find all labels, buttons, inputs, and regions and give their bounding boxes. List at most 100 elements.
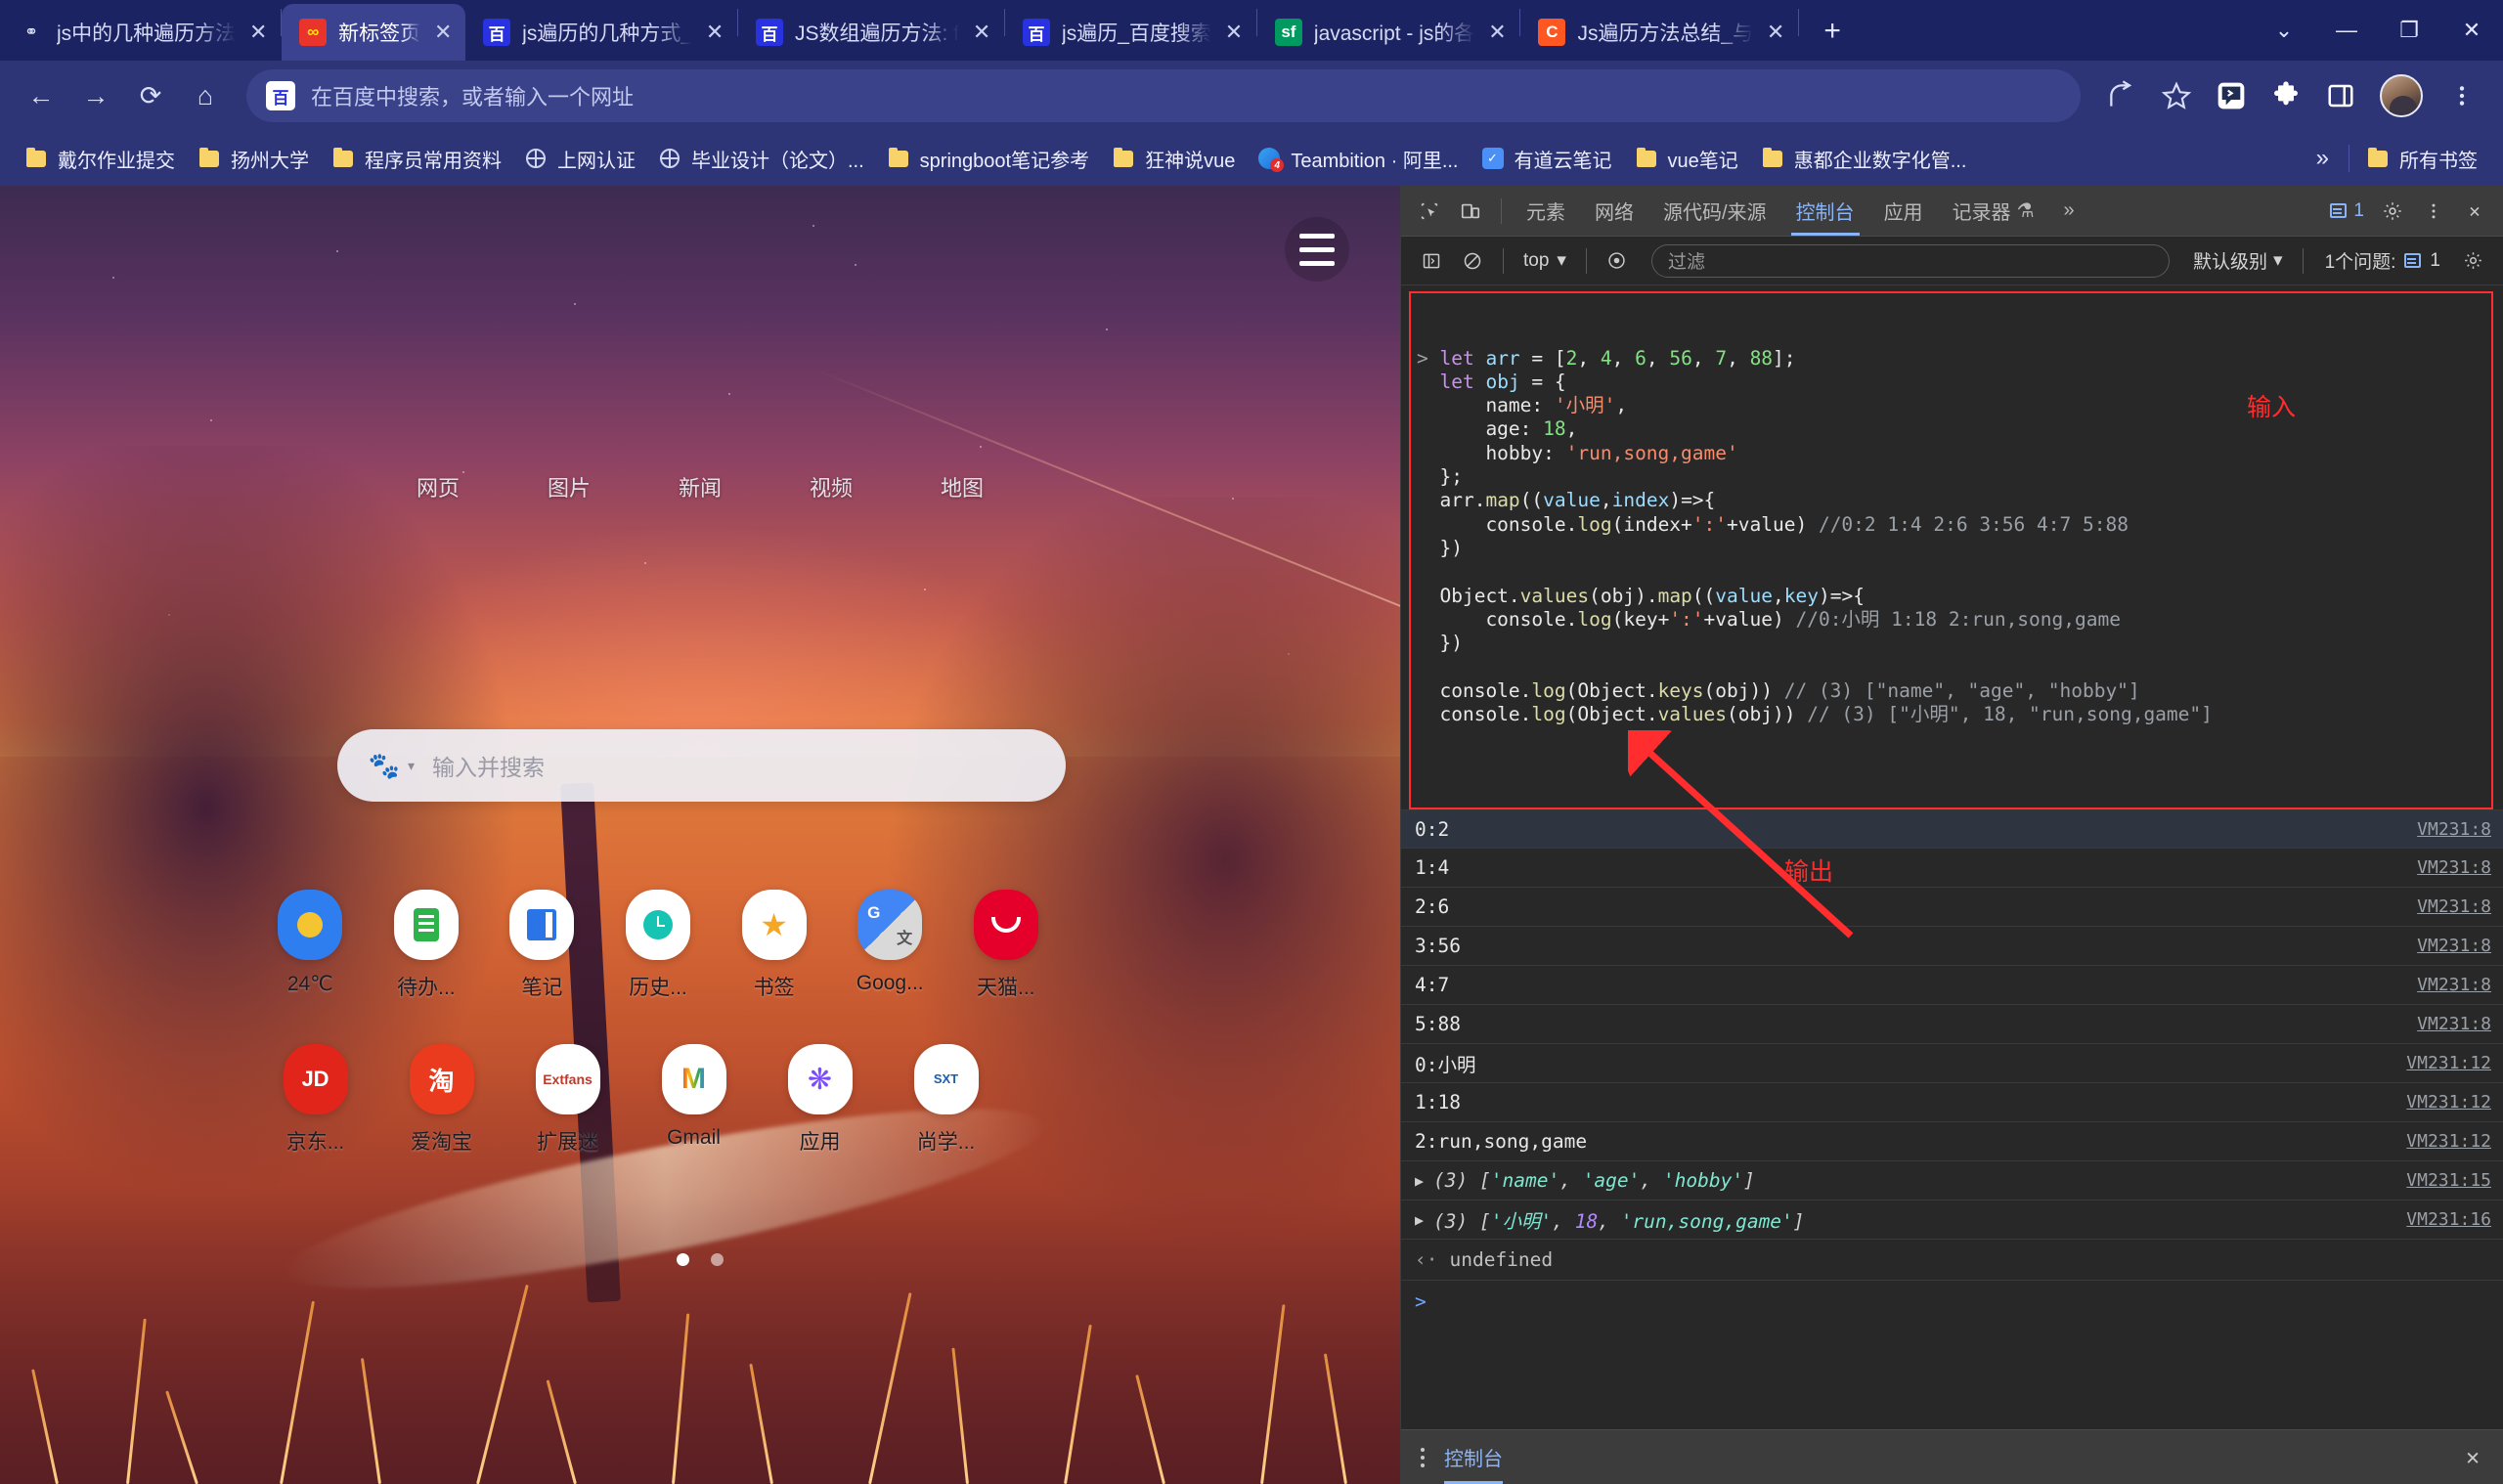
hamburger-menu-icon[interactable] bbox=[1285, 217, 1349, 282]
console-log-source-link[interactable]: VM231:8 bbox=[2417, 819, 2491, 840]
sidebar-toggle-icon[interactable] bbox=[1411, 240, 1452, 282]
console-log-source-link[interactable]: VM231:12 bbox=[2406, 1131, 2491, 1152]
nav-category-web[interactable]: 网页 bbox=[409, 467, 467, 506]
tab-sources[interactable]: 源代码/来源 bbox=[1648, 187, 1781, 236]
bookmark-item[interactable]: vue笔记 bbox=[1624, 139, 1750, 179]
console-log-row[interactable]: 4:7 VM231:8 bbox=[1401, 966, 2503, 1006]
forward-button[interactable]: → bbox=[68, 68, 123, 123]
console-log-row[interactable]: ▶ (3) ['name', 'age', 'hobby'] VM231:15 bbox=[1401, 1161, 2503, 1201]
browser-tab[interactable]: sf javascript - js的各 ✕ bbox=[1257, 4, 1520, 61]
page-dot-active[interactable] bbox=[677, 1253, 689, 1266]
log-level-select[interactable]: 默认级别 ▾ bbox=[2183, 247, 2293, 274]
bookmark-item[interactable]: 程序员常用资料 bbox=[321, 139, 513, 179]
avatar[interactable] bbox=[2380, 74, 2423, 117]
console-filter-input[interactable]: 过滤 bbox=[1650, 243, 2170, 278]
console-log-source-link[interactable]: VM231:8 bbox=[2417, 936, 2491, 956]
expand-triangle-icon[interactable]: ▶ bbox=[1415, 1172, 1424, 1190]
issues-badge[interactable]: 1 bbox=[2322, 200, 2372, 222]
shortcut-item[interactable]: SXT 尚学... bbox=[883, 1044, 1009, 1156]
tab-close-icon[interactable]: ✕ bbox=[965, 16, 998, 49]
bookmarks-overflow-button[interactable]: » bbox=[2303, 139, 2343, 178]
minimize-button[interactable]: — bbox=[2315, 5, 2378, 56]
shortcut-item[interactable]: ★ 书签 bbox=[716, 890, 832, 1001]
chevron-down-icon[interactable]: ▾ bbox=[408, 758, 415, 774]
new-tab-button[interactable]: + bbox=[1809, 8, 1856, 55]
shortcut-item[interactable]: JD 京东... bbox=[252, 1044, 378, 1156]
device-toolbar-icon[interactable] bbox=[1450, 191, 1491, 232]
browser-tab[interactable]: 百 js遍历的几种方式_ ✕ bbox=[465, 4, 737, 61]
console-log-row[interactable]: 1:4 VM231:8 bbox=[1401, 849, 2503, 889]
tab-console[interactable]: 控制台 bbox=[1781, 187, 1869, 236]
expand-triangle-icon[interactable]: ▶ bbox=[1415, 1211, 1424, 1229]
shortcut-item[interactable]: 待办... bbox=[369, 890, 485, 1001]
tab-close-icon[interactable]: ✕ bbox=[1217, 16, 1251, 49]
tab-close-icon[interactable]: ✕ bbox=[426, 16, 460, 49]
nav-category-news[interactable]: 新闻 bbox=[671, 467, 729, 506]
browser-tab-active[interactable]: ∞ 新标签页 ✕ bbox=[282, 4, 466, 61]
console-log-row[interactable]: 0:2 VM231:8 bbox=[1401, 809, 2503, 850]
console-log-source-link[interactable]: VM231:16 bbox=[2406, 1209, 2491, 1230]
console-log-row[interactable]: 3:56 VM231:8 bbox=[1401, 927, 2503, 967]
tab-search-icon[interactable]: ⌄ bbox=[2253, 5, 2315, 56]
execution-context-select[interactable]: top ▾ bbox=[1514, 245, 1576, 276]
console-log-row[interactable]: 2:run,song,game VM231:12 bbox=[1401, 1122, 2503, 1162]
bookmark-item[interactable]: 毕业设计（论文）... bbox=[647, 139, 876, 179]
console-log-source-link[interactable]: VM231:12 bbox=[2406, 1092, 2491, 1113]
share-icon[interactable] bbox=[2105, 79, 2138, 112]
tab-close-icon[interactable]: ✕ bbox=[1480, 16, 1514, 49]
all-bookmarks-button[interactable]: 所有书签 bbox=[2355, 139, 2489, 179]
nav-category-image[interactable]: 图片 bbox=[540, 467, 598, 506]
browser-tab[interactable]: 百 js遍历_百度搜索 ✕ bbox=[1005, 4, 1256, 61]
address-bar[interactable]: 百 在百度中搜索，或者输入一个网址 bbox=[246, 69, 2081, 122]
maximize-button[interactable]: ❐ bbox=[2378, 5, 2440, 56]
console-log-row[interactable]: 0:小明 VM231:12 bbox=[1401, 1044, 2503, 1084]
browser-tab[interactable]: 百 JS数组遍历方法: f ✕ bbox=[738, 4, 1004, 61]
console-log-source-link[interactable]: VM231:8 bbox=[2417, 1014, 2491, 1034]
bookmark-item[interactable]: 惠都企业数字化管... bbox=[1750, 139, 1979, 179]
clear-console-icon[interactable] bbox=[1452, 240, 1493, 282]
shortcut-item[interactable]: ❋ 应用 bbox=[757, 1044, 883, 1156]
close-window-button[interactable]: ✕ bbox=[2440, 5, 2503, 56]
console-prompt-row[interactable]: > bbox=[1401, 1281, 2503, 1322]
browser-tab[interactable]: ⚭ js中的几种遍历方法 ✕ bbox=[0, 4, 281, 61]
tab-close-icon[interactable]: ✕ bbox=[242, 16, 275, 49]
back-button[interactable]: ← bbox=[14, 68, 68, 123]
shortcut-item[interactable]: 笔记 bbox=[484, 890, 600, 1001]
browser-tab[interactable]: C Js遍历方法总结_与 ✕ bbox=[1520, 4, 1798, 61]
inspect-element-icon[interactable] bbox=[1409, 191, 1450, 232]
bookmark-item[interactable]: springboot笔记参考 bbox=[876, 139, 1101, 179]
shortcut-item[interactable]: G文 Goog... bbox=[832, 890, 948, 1001]
nav-category-video[interactable]: 视频 bbox=[802, 467, 860, 506]
live-expression-icon[interactable] bbox=[1597, 240, 1638, 282]
sidepanel-icon[interactable] bbox=[2324, 79, 2357, 112]
console-log-source-link[interactable]: VM231:8 bbox=[2417, 896, 2491, 917]
kebab-menu-icon[interactable] bbox=[2413, 191, 2454, 232]
shortcut-item[interactable]: 天猫... bbox=[947, 890, 1064, 1001]
console-log-source-link[interactable]: VM231:15 bbox=[2406, 1170, 2491, 1191]
more-tabs-button[interactable]: » bbox=[2049, 187, 2089, 236]
close-icon[interactable]: ✕ bbox=[2456, 1445, 2489, 1470]
puzzle-icon[interactable] bbox=[2269, 79, 2303, 112]
bookmark-item[interactable]: Teambition · 阿里... bbox=[1247, 139, 1470, 179]
tab-close-icon[interactable]: ✕ bbox=[1759, 16, 1792, 49]
kebab-menu-icon[interactable] bbox=[1415, 1447, 1430, 1467]
home-button[interactable]: ⌂ bbox=[178, 68, 233, 123]
page-dot[interactable] bbox=[711, 1253, 724, 1266]
console-log-source-link[interactable]: VM231:12 bbox=[2406, 1053, 2491, 1073]
tab-close-icon[interactable]: ✕ bbox=[698, 16, 731, 49]
console-log-row[interactable]: 5:88 VM231:8 bbox=[1401, 1005, 2503, 1045]
shortcut-item[interactable]: M Gmail bbox=[631, 1044, 757, 1156]
console-log-row[interactable]: 2:6 VM231:8 bbox=[1401, 888, 2503, 928]
tab-network[interactable]: 网络 bbox=[1580, 187, 1648, 236]
bookmark-item[interactable]: 扬州大学 bbox=[187, 139, 321, 179]
console-log-source-link[interactable]: VM231:8 bbox=[2417, 975, 2491, 995]
bookmark-item[interactable]: 狂神说vue bbox=[1101, 139, 1247, 179]
gear-icon[interactable] bbox=[2372, 191, 2413, 232]
gear-icon[interactable] bbox=[2452, 240, 2493, 282]
star-icon[interactable] bbox=[2160, 79, 2193, 112]
reload-button[interactable]: ⟳ bbox=[123, 68, 178, 123]
console-log-source-link[interactable]: VM231:8 bbox=[2417, 857, 2491, 878]
console-input-expression[interactable]: > let arr = [2, 4, 6, 56, 7, 88]; let ob… bbox=[1409, 291, 2493, 810]
shortcut-item[interactable]: 历史... bbox=[600, 890, 717, 1001]
tab-elements[interactable]: 元素 bbox=[1512, 187, 1580, 236]
